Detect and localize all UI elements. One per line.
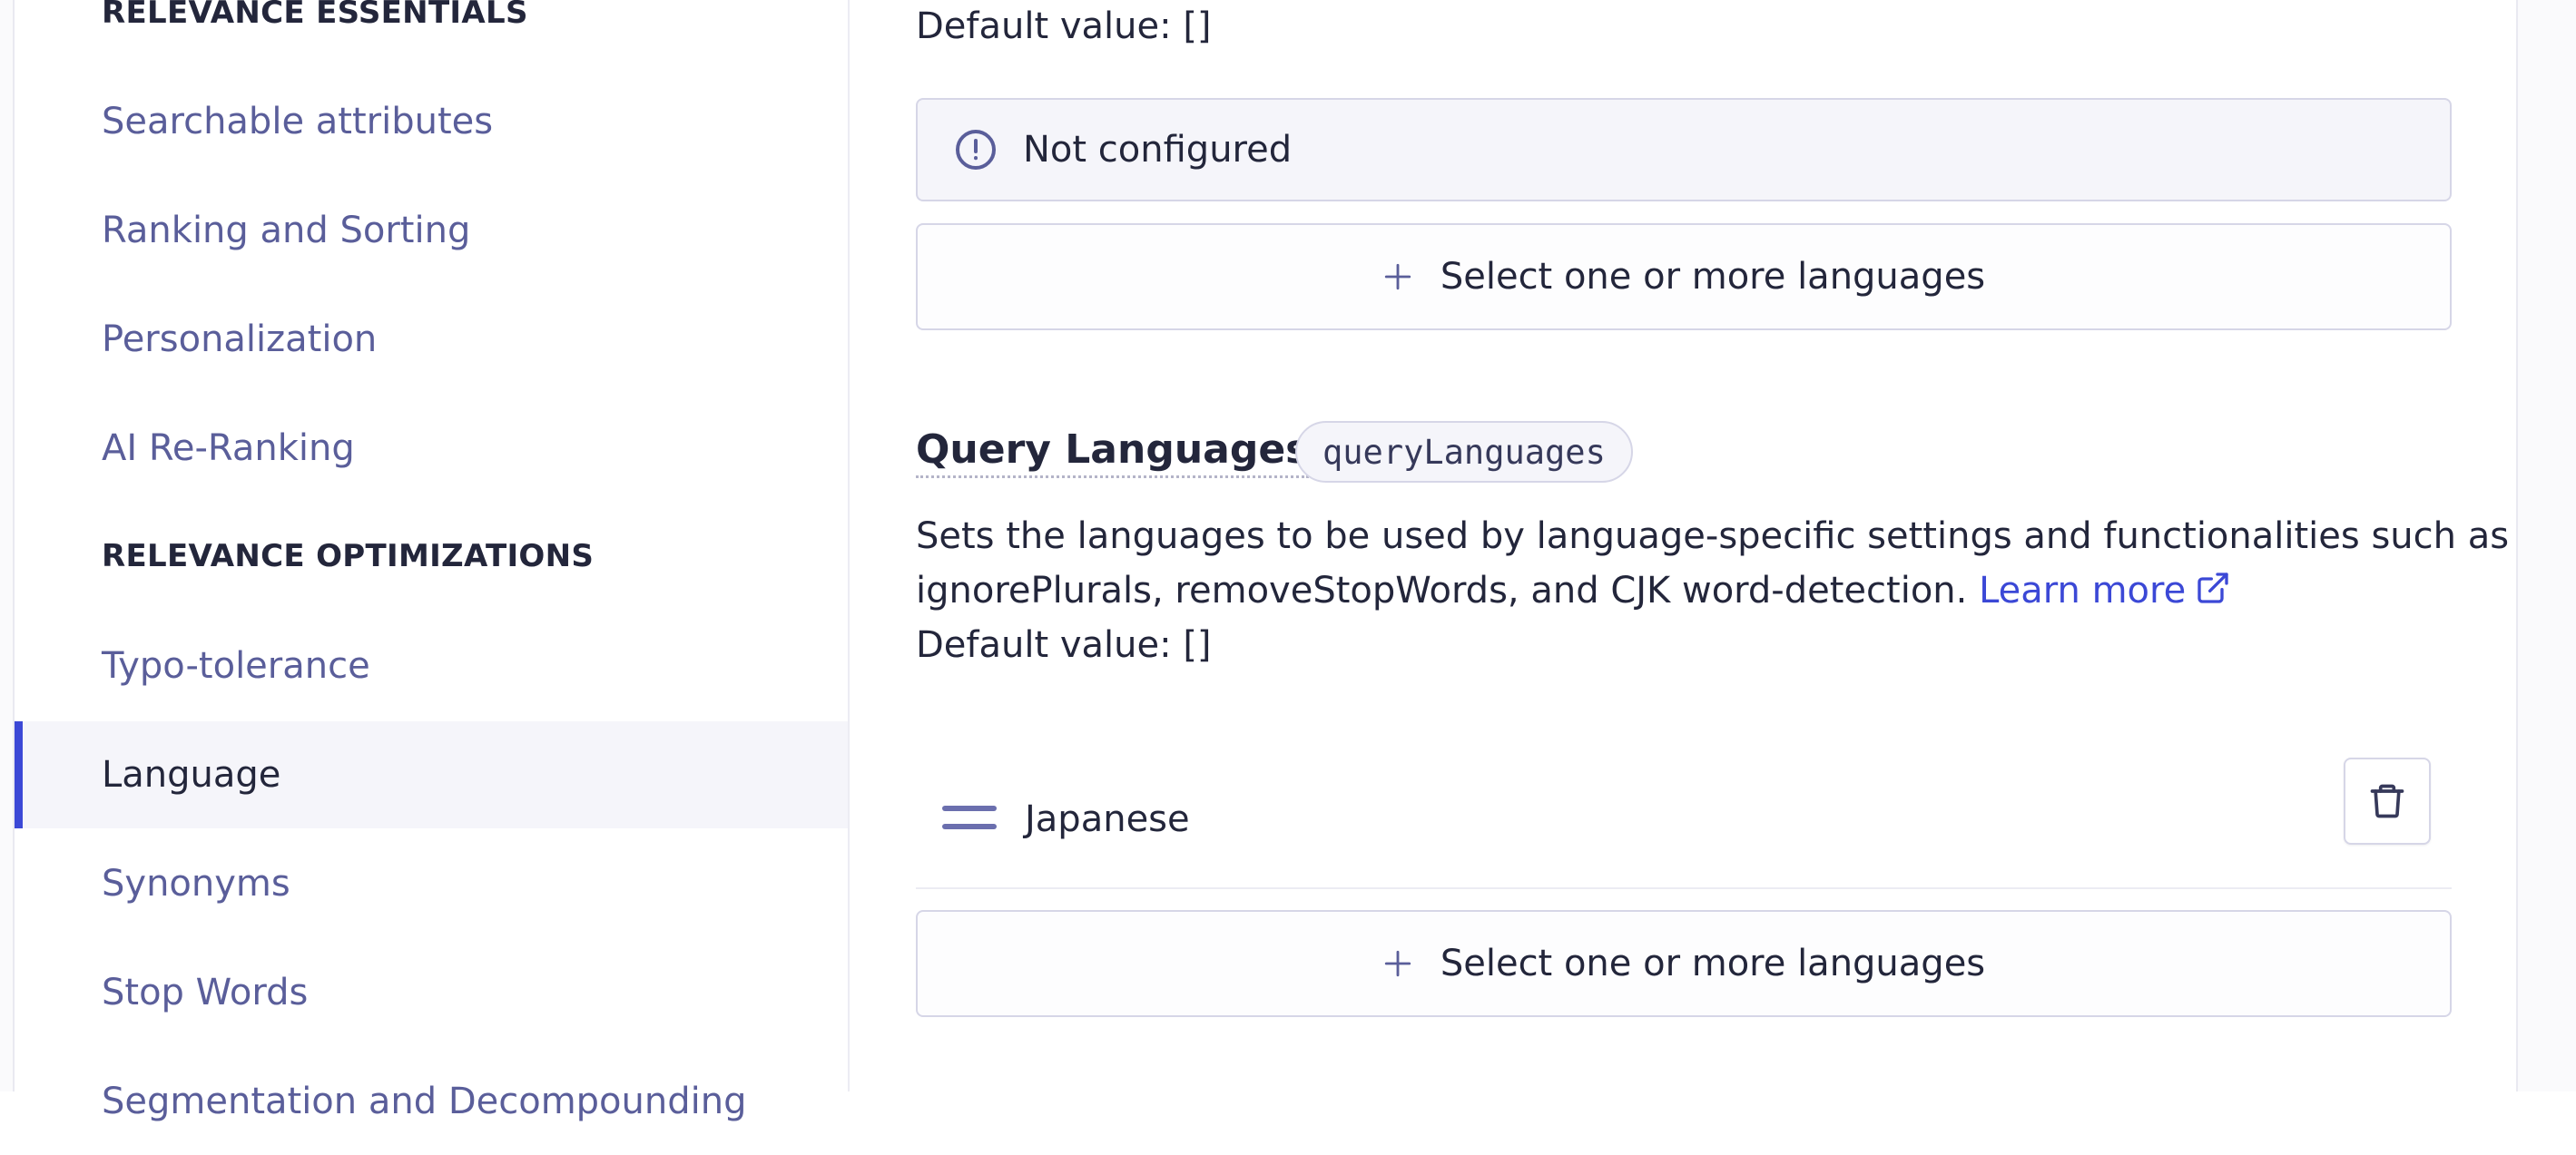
learn-more-link[interactable]: Learn more bbox=[1979, 570, 2231, 612]
learn-more-label: Learn more bbox=[1979, 570, 2187, 612]
drag-handle-icon[interactable] bbox=[941, 801, 998, 834]
description-line: Sets the languages to be used by languag… bbox=[916, 515, 2510, 557]
window-right-edge bbox=[2516, 0, 2576, 1091]
query-languages-default-value: Default value: [] bbox=[916, 624, 1212, 666]
sidebar-item-searchable-attributes[interactable]: Searchable attributes bbox=[15, 68, 848, 175]
default-value-text: Default value: [] bbox=[916, 5, 1212, 47]
delete-language-button[interactable] bbox=[2344, 758, 2431, 845]
select-query-languages-label: Select one or more languages bbox=[1440, 943, 1986, 984]
sidebar-item-synonyms[interactable]: Synonyms bbox=[15, 830, 848, 937]
trash-icon bbox=[2370, 784, 2404, 818]
section-title-relevance-optimizations: RELEVANCE OPTIMIZATIONS bbox=[102, 538, 595, 574]
select-languages-button[interactable]: Select one or more languages bbox=[916, 223, 2452, 330]
sidebar-item-segmentation-and-decompounding[interactable]: Segmentation and Decompounding bbox=[15, 1048, 848, 1155]
sidebar-item-language[interactable]: Language bbox=[15, 721, 848, 828]
sidebar-item-ranking-and-sorting[interactable]: Ranking and Sorting bbox=[15, 177, 848, 284]
sidebar-item-typo-tolerance[interactable]: Typo-tolerance bbox=[15, 612, 848, 719]
plus-icon bbox=[1384, 263, 1411, 290]
sidebar-item-personalization[interactable]: Personalization bbox=[15, 286, 848, 393]
external-link-icon bbox=[2197, 573, 2228, 603]
language-list-item: Japanese bbox=[916, 751, 2452, 889]
info-circle-icon bbox=[956, 130, 996, 170]
notice-text: Not configured bbox=[1023, 129, 1293, 171]
sidebar-item-stop-words[interactable]: Stop Words bbox=[15, 939, 848, 1046]
settings-content: Default value: [] Not configured Select … bbox=[850, 0, 2516, 1091]
language-name: Japanese bbox=[1025, 798, 1190, 840]
section-title-relevance-essentials: RELEVANCE ESSENTIALS bbox=[102, 0, 528, 31]
query-languages-code-badge: queryLanguages bbox=[1295, 421, 1633, 483]
description-line: ignorePlurals, removeStopWords, and CJK … bbox=[916, 570, 1968, 612]
plus-icon bbox=[1384, 950, 1411, 977]
select-languages-label: Select one or more languages bbox=[1440, 256, 1986, 298]
query-languages-description: Sets the languages to be used by languag… bbox=[916, 509, 2510, 672]
settings-sidebar: RELEVANCE ESSENTIALS Searchable attribut… bbox=[15, 0, 850, 1122]
sidebar-item-ai-re-ranking[interactable]: AI Re-Ranking bbox=[15, 395, 848, 502]
select-query-languages-button[interactable]: Select one or more languages bbox=[916, 910, 2452, 1017]
window-left-edge bbox=[0, 0, 15, 1091]
not-configured-notice: Not configured bbox=[916, 98, 2452, 201]
query-languages-title: Query Languages bbox=[916, 425, 1310, 478]
